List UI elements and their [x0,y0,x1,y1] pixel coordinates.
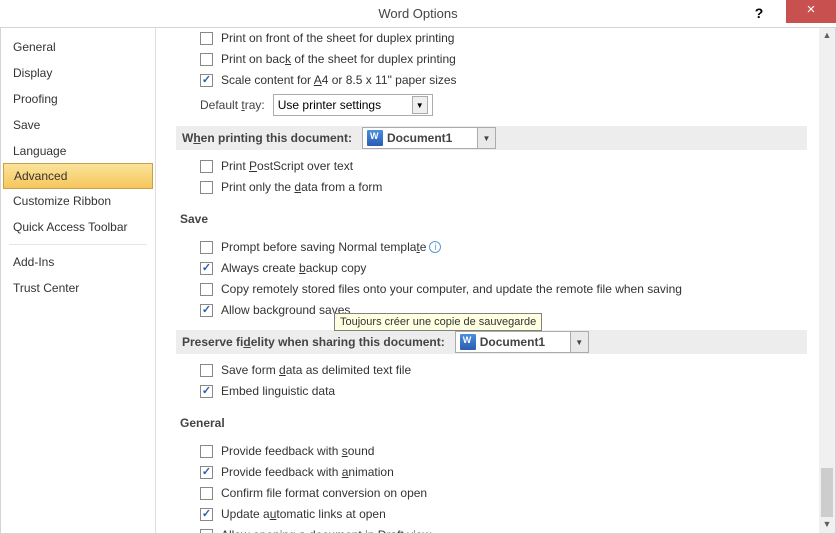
sidebar-item-display[interactable]: Display [1,60,155,86]
checkbox-row: Print on back of the sheet for duplex pr… [180,49,815,69]
checkbox-linguistic[interactable] [200,385,213,398]
checkbox-row: Copy remotely stored files onto your com… [180,279,815,299]
checkbox-postscript[interactable] [200,160,213,173]
checkbox-row: Provide feedback with animation [180,462,815,482]
scroll-down-icon[interactable]: ▼ [819,517,835,533]
label-front-duplex: Print on front of the sheet for duplex p… [221,31,454,45]
sidebar-item-quick-access[interactable]: Quick Access Toolbar [1,214,155,240]
label-prompt-normal: Prompt before saving Normal template [221,240,426,254]
checkbox-row: Prompt before saving Normal template i [180,237,815,257]
checkbox-sound[interactable] [200,445,213,458]
label-linguistic: Embed linguistic data [221,384,335,398]
label-data-only: Print only the data from a form [221,180,382,194]
section-general: General [180,411,811,435]
label-remote: Copy remotely stored files onto your com… [221,282,682,296]
label-bg-saves: Allow background saves [221,303,350,317]
window-title: Word Options [378,6,457,21]
checkbox-row: Provide feedback with sound [180,441,815,461]
section-label: When printing this document: [182,131,352,145]
checkbox-row: Update automatic links at open [180,504,815,524]
checkbox-links[interactable] [200,508,213,521]
chevron-down-icon[interactable]: ▼ [477,128,495,148]
sidebar-item-advanced[interactable]: Advanced [3,163,153,189]
dropdown-doc-value: Document1 [480,335,570,349]
sidebar-item-trust-center[interactable]: Trust Center [1,275,155,301]
close-button[interactable]: × [786,0,836,23]
info-icon[interactable]: i [429,241,441,253]
checkbox-animation[interactable] [200,466,213,479]
dropdown-default-tray[interactable]: Use printer settings ▼ [273,94,433,116]
sidebar-separator [9,244,147,245]
checkbox-row: Allow opening a document in Draft view [180,525,815,533]
label-animation: Provide feedback with animation [221,465,394,479]
dropdown-doc-value: Document1 [387,131,477,145]
dropdown-tray-value: Use printer settings [278,98,408,112]
checkbox-back-duplex[interactable] [200,53,213,66]
vertical-scrollbar[interactable]: ▲ ▼ [819,28,835,533]
checkbox-row: Scale content for A4 or 8.5 x 11" paper … [180,70,815,90]
checkbox-scale[interactable] [200,74,213,87]
checkbox-form-data[interactable] [200,364,213,377]
checkbox-row: Print only the data from a form [180,177,815,197]
help-button[interactable]: ? [744,0,774,28]
scroll-up-icon[interactable]: ▲ [819,28,835,44]
sidebar-item-customize-ribbon[interactable]: Customize Ribbon [1,188,155,214]
label-confirm: Confirm file format conversion on open [221,486,427,500]
sidebar-item-proofing[interactable]: Proofing [1,86,155,112]
sidebar-item-language[interactable]: Language [1,138,155,164]
section-label: Preserve fidelity when sharing this docu… [182,335,445,349]
chevron-down-icon[interactable]: ▼ [570,332,588,352]
checkbox-row: Always create backup copy [180,258,815,278]
word-doc-icon [367,130,383,146]
label-draft: Allow opening a document in Draft view [221,528,431,533]
dropdown-fidelity-document[interactable]: Document1 ▼ [455,331,589,353]
section-save: Save [180,207,811,231]
label-form-data: Save form data as delimited text file [221,363,411,377]
checkbox-row: Embed linguistic data [180,381,815,401]
checkbox-draft[interactable] [200,529,213,534]
section-when-printing: When printing this document: Document1 ▼ [176,126,807,150]
label-default-tray: Default tray: [200,98,265,112]
checkbox-row: Save form data as delimited text file [180,360,815,380]
sidebar: General Display Proofing Save Language A… [1,28,156,533]
chevron-down-icon[interactable]: ▼ [412,96,428,114]
label-back-duplex: Print on back of the sheet for duplex pr… [221,52,456,66]
label-sound: Provide feedback with sound [221,444,374,458]
dropdown-print-document[interactable]: Document1 ▼ [362,127,496,149]
checkbox-front-duplex[interactable] [200,32,213,45]
sidebar-item-general[interactable]: General [1,34,155,60]
sidebar-item-addins[interactable]: Add-Ins [1,249,155,275]
checkbox-backup[interactable] [200,262,213,275]
content-pane: Print on front of the sheet for duplex p… [156,28,835,533]
tooltip: Toujours créer une copie de sauvegarde [334,313,542,331]
tray-row: Default tray: Use printer settings ▼ [180,94,815,116]
label-backup: Always create backup copy [221,261,366,275]
section-preserve-fidelity: Preserve fidelity when sharing this docu… [176,330,807,354]
checkbox-row: Print on front of the sheet for duplex p… [180,28,815,48]
checkbox-remote[interactable] [200,283,213,296]
label-postscript: Print PostScript over text [221,159,353,173]
label-scale: Scale content for A4 or 8.5 x 11" paper … [221,73,457,87]
checkbox-confirm[interactable] [200,487,213,500]
checkbox-row: Confirm file format conversion on open [180,483,815,503]
sidebar-item-save[interactable]: Save [1,112,155,138]
checkbox-data-only[interactable] [200,181,213,194]
label-links: Update automatic links at open [221,507,386,521]
title-bar: Word Options ? × [0,0,836,28]
checkbox-bg-saves[interactable] [200,304,213,317]
checkbox-row: Print PostScript over text [180,156,815,176]
checkbox-prompt-normal[interactable] [200,241,213,254]
word-doc-icon [460,334,476,350]
